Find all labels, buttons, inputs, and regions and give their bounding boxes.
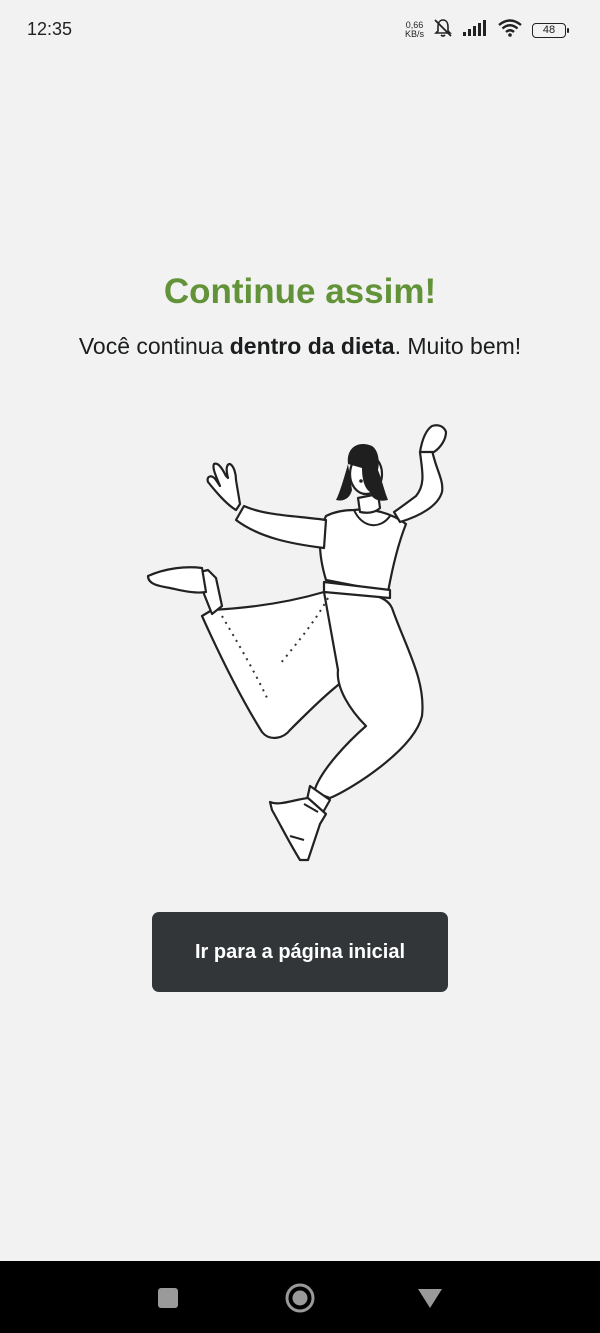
status-time: 12:35 [27,19,73,39]
subtitle-text-end: . Muito bem! [394,333,522,359]
recents-square-icon[interactable] [148,1279,188,1317]
network-speed: 0,66 KB/s [405,21,424,39]
subtitle: Você continua dentro da dieta. Muito bem… [0,333,600,360]
go-to-home-button[interactable]: Ir para a página inicial [152,912,448,992]
home-circle-icon[interactable] [280,1279,320,1317]
navigation-bar [0,1261,600,1333]
wifi-icon [497,18,523,43]
back-triangle-icon[interactable] [410,1279,450,1317]
status-icons: 0,66 KB/s 48 [405,16,569,44]
battery-icon: 48 [532,22,569,38]
jumping-woman-illustration [146,424,448,862]
screen: 12:35 0,66 KB/s 48 Continue assim! Você … [0,0,600,1333]
status-bar: 12:35 0,66 KB/s 48 [0,0,600,60]
signal-icon [462,19,488,42]
network-speed-unit: KB/s [404,29,424,39]
battery-level: 48 [542,24,556,36]
page-title: Continue assim! [163,272,437,311]
mute-bell-icon [433,18,453,43]
subtitle-bold-text: dentro da dieta [229,333,395,359]
subtitle-text-start: Você continua [78,333,230,359]
